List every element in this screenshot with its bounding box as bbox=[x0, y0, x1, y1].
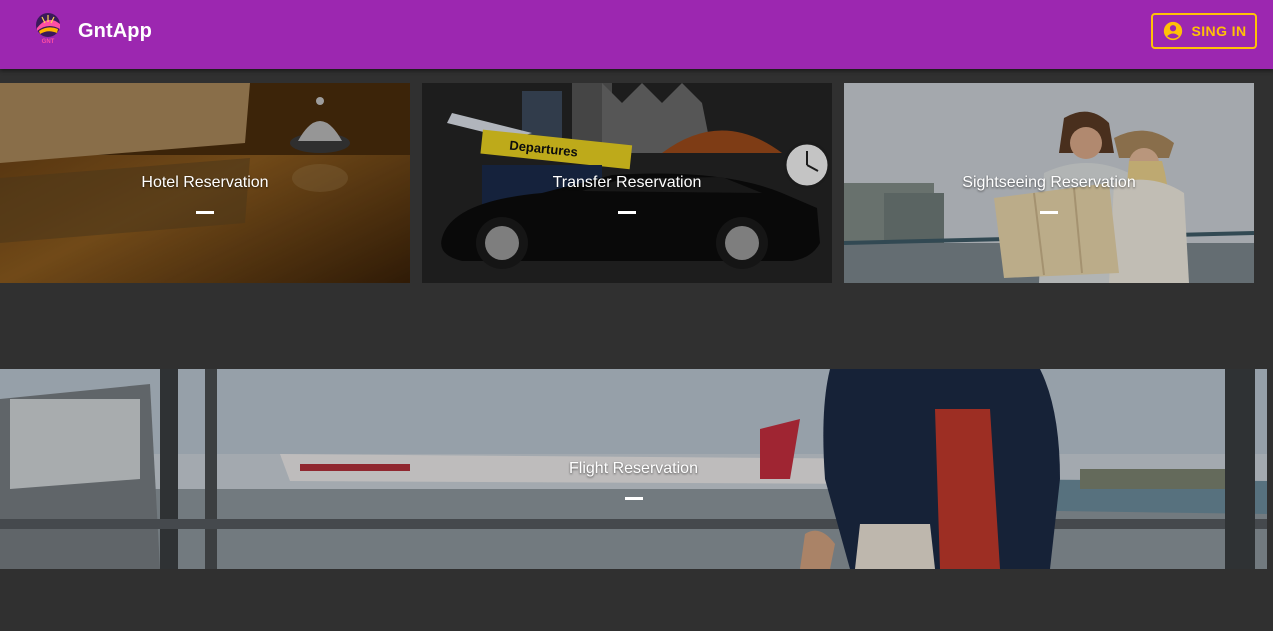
logo-text: GNT bbox=[42, 39, 55, 45]
dash-divider bbox=[196, 211, 214, 214]
flight-reservation-label: Flight Reservation bbox=[569, 460, 698, 477]
dash-divider bbox=[618, 211, 636, 214]
flight-reservation-card[interactable]: Flight Reservation bbox=[0, 369, 1267, 569]
sign-in-button[interactable]: SING IN bbox=[1151, 13, 1257, 49]
dash-divider bbox=[1040, 211, 1058, 214]
app-bar: GNT GntApp SING IN bbox=[0, 0, 1273, 69]
transfer-reservation-label: Transfer Reservation bbox=[552, 174, 702, 191]
hotel-reservation-label: Hotel Reservation bbox=[141, 174, 269, 191]
sightseeing-reservation-label: Sightseeing Reservation bbox=[962, 174, 1136, 191]
transfer-reservation-card[interactable]: Departures Transfer Reservation bbox=[422, 83, 832, 283]
app-title: GntApp bbox=[78, 20, 152, 42]
gnt-logo-icon: GNT bbox=[36, 13, 60, 45]
account-circle-icon bbox=[1163, 21, 1182, 41]
sightseeing-reservation-card[interactable]: Sightseeing Reservation bbox=[844, 83, 1254, 283]
dash-divider bbox=[624, 497, 643, 500]
sign-in-label: SING IN bbox=[1191, 23, 1247, 39]
hotel-reservation-card[interactable]: Hotel Reservation bbox=[0, 83, 410, 283]
